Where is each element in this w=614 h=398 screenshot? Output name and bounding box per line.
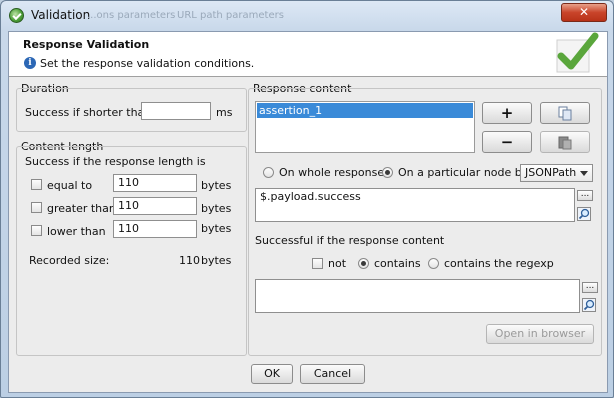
ghost-tab-text-1: ...ons parameters bbox=[87, 10, 176, 21]
regexp-radio[interactable] bbox=[428, 258, 439, 269]
remove-assertion-button[interactable]: − bbox=[482, 131, 532, 153]
big-checkmark-icon bbox=[556, 32, 599, 73]
info-icon: i bbox=[24, 57, 36, 69]
recorded-size-label: Recorded size: bbox=[29, 254, 110, 267]
list-item[interactable]: assertion_1 bbox=[257, 103, 473, 118]
window-title: Validation bbox=[31, 8, 91, 22]
cancel-button[interactable]: Cancel bbox=[300, 364, 365, 384]
ghost-tab-text-2: URL path parameters bbox=[177, 10, 284, 21]
shorter-than-label: Success if shorter than bbox=[25, 106, 152, 119]
validation-dialog: Validation ...ons parameters URL path pa… bbox=[0, 0, 614, 398]
equal-to-input[interactable]: 110 bbox=[113, 174, 197, 192]
paste-icon bbox=[558, 136, 572, 150]
scope-node-label: On a particular node by bbox=[398, 166, 529, 179]
path-expand-button[interactable]: ... bbox=[577, 190, 593, 201]
scope-whole-label: On whole response bbox=[279, 166, 385, 179]
scope-node-radio[interactable] bbox=[382, 167, 393, 178]
magnifier-icon[interactable] bbox=[582, 298, 596, 312]
duration-unit: ms bbox=[216, 106, 233, 119]
app-logo-icon bbox=[9, 8, 24, 23]
title-bar[interactable]: Validation ...ons parameters URL path pa… bbox=[1, 1, 613, 31]
dialog-content: Response Validation i Set the response v… bbox=[8, 31, 608, 393]
success-if-label: Successful if the response content bbox=[255, 234, 445, 247]
equal-to-unit: bytes bbox=[201, 179, 232, 192]
content-expand-button[interactable]: ... bbox=[582, 282, 598, 293]
greater-than-checkbox[interactable] bbox=[31, 202, 42, 213]
not-checkbox[interactable] bbox=[312, 258, 323, 269]
recorded-size-unit: bytes bbox=[201, 254, 232, 267]
header-title: Response Validation bbox=[23, 38, 150, 51]
equal-to-label: equal to bbox=[47, 179, 93, 192]
recorded-size-value: 110 bbox=[179, 254, 200, 267]
close-icon: ✕ bbox=[578, 5, 590, 19]
add-assertion-button[interactable]: + bbox=[482, 102, 532, 124]
length-intro: Success if the response length is bbox=[25, 155, 206, 168]
scope-whole-radio[interactable] bbox=[263, 167, 274, 178]
selector-dropdown[interactable]: JSONPath bbox=[520, 164, 593, 182]
copy-button[interactable] bbox=[540, 102, 590, 124]
copy-icon bbox=[558, 106, 572, 121]
greater-than-label: greater than bbox=[47, 202, 116, 215]
path-input[interactable]: $.payload.success bbox=[255, 188, 575, 222]
dialog-header: Response Validation i Set the response v… bbox=[9, 32, 607, 77]
duration-input[interactable] bbox=[141, 102, 211, 120]
header-subtitle: Set the response validation conditions. bbox=[40, 57, 255, 70]
content-input[interactable] bbox=[255, 279, 580, 313]
open-in-browser-button[interactable]: Open in browser bbox=[486, 324, 594, 344]
ok-button[interactable]: OK bbox=[251, 364, 293, 384]
close-button[interactable]: ✕ bbox=[561, 3, 607, 22]
lower-than-label: lower than bbox=[47, 225, 106, 238]
magnifier-icon[interactable] bbox=[577, 207, 591, 221]
regexp-label: contains the regexp bbox=[444, 257, 554, 270]
not-label: not bbox=[328, 257, 347, 270]
greater-than-input[interactable]: 110 bbox=[113, 197, 197, 215]
paste-button[interactable] bbox=[540, 131, 590, 153]
greater-than-unit: bytes bbox=[201, 202, 232, 215]
lower-than-checkbox[interactable] bbox=[31, 225, 42, 236]
lower-than-unit: bytes bbox=[201, 222, 232, 235]
lower-than-input[interactable]: 110 bbox=[113, 220, 197, 238]
assertion-list[interactable]: assertion_1 bbox=[255, 101, 475, 153]
chevron-down-icon bbox=[580, 171, 588, 176]
contains-radio[interactable] bbox=[358, 258, 369, 269]
equal-to-checkbox[interactable] bbox=[31, 179, 42, 190]
contains-label: contains bbox=[374, 257, 421, 270]
selector-value: JSONPath bbox=[525, 166, 577, 179]
